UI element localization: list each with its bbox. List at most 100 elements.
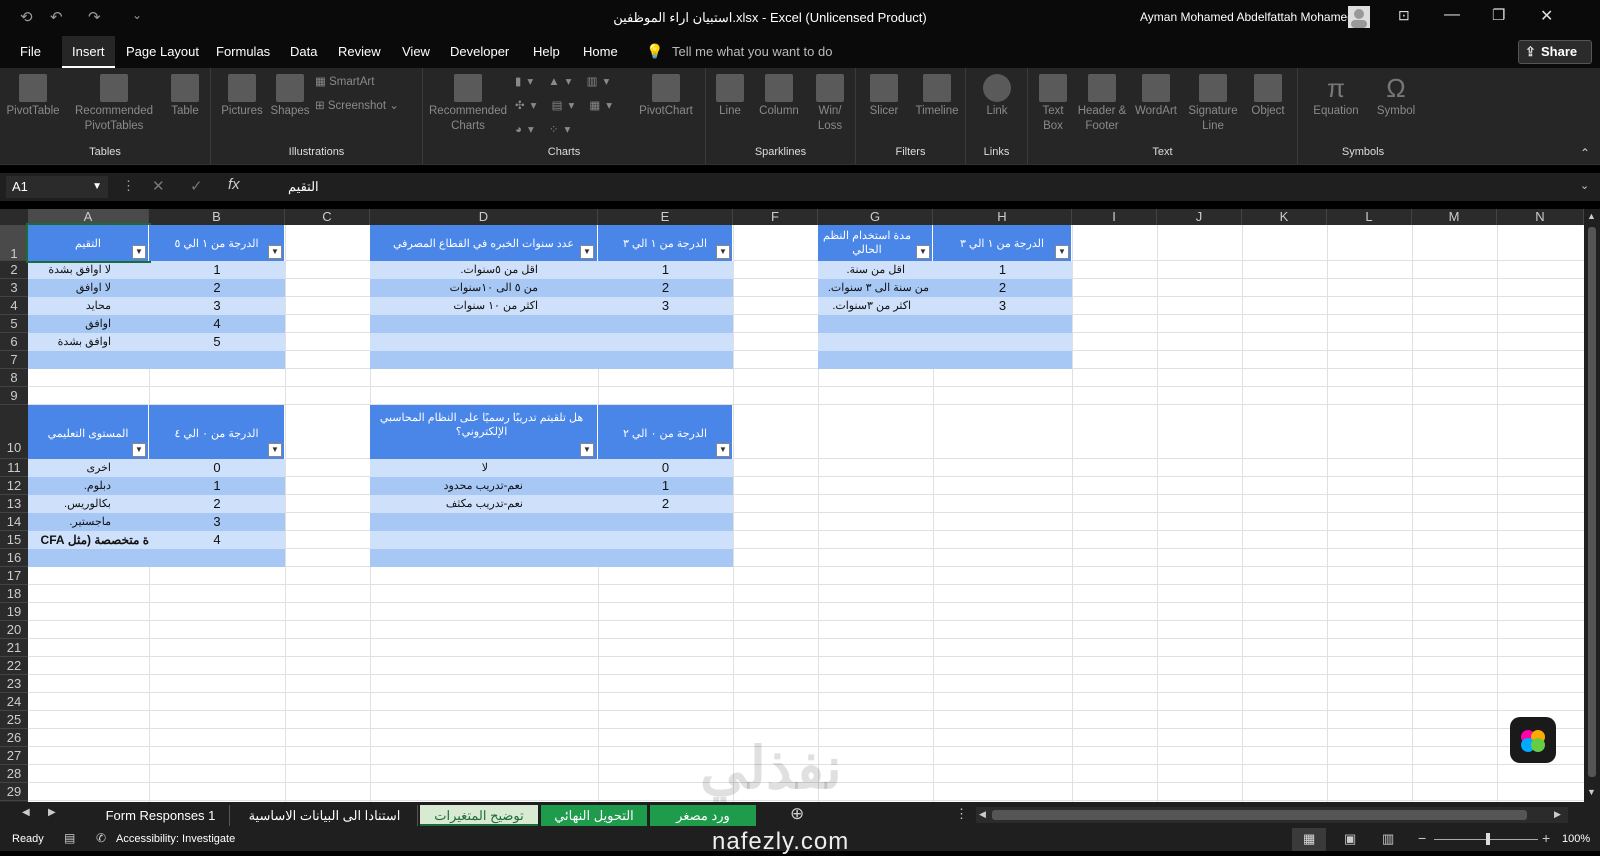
filter-dropdown-icon[interactable]: ▼ [716,245,730,259]
t5-value[interactable]: 2 [598,495,733,513]
t1-label[interactable]: محايد [28,297,149,315]
row-header[interactable]: 24 [0,693,28,711]
function-icon[interactable]: fx [228,176,240,193]
menu-view[interactable]: View [402,44,430,59]
tab-variables[interactable]: توضيح المتغيرات [420,805,538,826]
col-header-a[interactable]: A [28,209,149,225]
menu-page-layout[interactable]: Page Layout [126,44,199,59]
prev-sheet-icon[interactable]: ◀ [22,807,30,818]
macro-icon[interactable]: ▤ [64,831,75,845]
zoom-out-icon[interactable]: − [1418,830,1426,846]
col-header-g[interactable]: G [818,209,933,225]
row-header[interactable]: 27 [0,747,28,765]
menu-review[interactable]: Review [338,44,381,59]
col-header-b[interactable]: B [149,209,285,225]
t1-label[interactable]: اوافق بشدة [28,333,149,351]
smartart-button[interactable]: ▦ SmartArt [315,74,374,88]
avatar[interactable] [1348,6,1370,28]
t4-label[interactable]: ة متخصصة (مثل CFA [28,531,149,549]
t5-label[interactable]: نعم-تدريب محدود [370,477,598,495]
col-header-k[interactable]: K [1242,209,1327,225]
row-header[interactable]: 10 [0,405,28,459]
enter-icon[interactable]: ✓ [190,177,203,195]
row-header[interactable]: 9 [0,387,28,405]
minimize-icon[interactable]: — [1444,6,1460,24]
select-all-corner[interactable] [0,209,28,225]
pictures-button[interactable]: Pictures [219,68,265,119]
filter-dropdown-icon[interactable]: ▼ [132,245,146,259]
menu-help[interactable]: Help [533,44,560,59]
object-button[interactable]: Object [1244,68,1292,119]
chart-type-icons-2[interactable]: ✣▾ ▤▾ ▦▾ [515,98,618,112]
accessibility-status[interactable]: Accessibility: Investigate [116,833,235,845]
more-sheets-icon[interactable]: ⋮ [955,806,968,822]
menu-developer[interactable]: Developer [450,44,509,59]
t1-label[interactable]: لا اوافق [28,279,149,297]
row-header[interactable]: 21 [0,639,28,657]
normal-view-button[interactable]: ▦ [1292,828,1326,851]
copilot-button[interactable] [1510,717,1556,763]
filter-dropdown-icon[interactable]: ▼ [580,443,594,457]
col-header-i[interactable]: I [1072,209,1157,225]
row-header[interactable]: 12 [0,477,28,495]
col-header-e[interactable]: E [598,209,733,225]
symbol-button[interactable]: Ω Symbol [1370,68,1422,119]
screenshot-button[interactable]: ⊞ Screenshot ⌄ [315,98,399,112]
table4-header-2[interactable]: الدرجة من ٠ الي ٤ ▼ [149,405,285,459]
t2-value[interactable]: 1 [598,261,733,279]
hscroll-thumb[interactable] [992,810,1527,820]
tell-me-input[interactable]: Tell me what you want to do [672,44,832,59]
sparkline-winloss-button[interactable]: Win/ Loss [810,68,850,134]
t1-value[interactable]: 2 [149,279,285,297]
filter-dropdown-icon[interactable]: ▼ [268,443,282,457]
col-header-c[interactable]: C [285,209,370,225]
scroll-left-icon[interactable]: ◀ [979,809,986,820]
t1-value[interactable]: 5 [149,333,285,351]
user-name[interactable]: Ayman Mohamed Abdelfattah Mohamed [1140,10,1354,24]
col-header-f[interactable]: F [733,209,818,225]
pivotchart-button[interactable]: PivotChart [633,68,699,119]
filter-dropdown-icon[interactable]: ▼ [916,245,930,259]
filter-dropdown-icon[interactable]: ▼ [716,443,730,457]
row-header[interactable]: 20 [0,621,28,639]
cancel-icon[interactable]: ✕ [152,177,165,195]
menu-file[interactable]: File [20,44,41,59]
row-header[interactable]: 25 [0,711,28,729]
recommended-pivot-button[interactable]: Recommended PivotTables [66,68,162,134]
t4-label[interactable]: دبلوم. [28,477,149,495]
t1-label[interactable]: اوافق [28,315,149,333]
t3-label[interactable]: اقل من سنة. [818,261,933,279]
menu-home[interactable]: Home [583,44,618,59]
pivottable-button[interactable]: PivotTable [6,68,60,119]
collapse-ribbon-icon[interactable]: ⌃ [1580,146,1590,160]
chart-type-icons-3[interactable]: ◕▾ ⁘▾ [515,122,576,136]
t4-value[interactable]: 3 [149,513,285,531]
filter-dropdown-icon[interactable]: ▼ [268,245,282,259]
tab-final-conversion[interactable]: التحويل النهائي [541,805,647,826]
name-box[interactable]: A1 ▼ [6,176,108,198]
expand-formula-icon[interactable]: ⌄ [1580,179,1589,192]
row-header[interactable]: 23 [0,675,28,693]
row-header[interactable]: 3 [0,279,28,297]
tab-mini-source[interactable]: ورد مصغر [650,805,756,826]
col-header-h[interactable]: H [933,209,1072,225]
recommended-charts-button[interactable]: Recommended Charts [427,68,509,134]
col-header-n[interactable]: N [1497,209,1584,225]
customize-toolbar-icon[interactable]: ⌄ [132,8,142,22]
t4-value[interactable]: 4 [149,531,285,549]
t2-label[interactable]: اقل من ٥سنوات. [370,261,598,279]
scroll-down-icon[interactable]: ▼ [1587,787,1596,797]
table1-header-2[interactable]: الدرجة من ١ الي ٥ ▼ [149,225,285,261]
row-header[interactable]: 1 [0,225,28,261]
zoom-in-icon[interactable]: + [1542,830,1550,846]
row-header[interactable]: 4 [0,297,28,315]
t2-value[interactable]: 3 [598,297,733,315]
zoom-slider-thumb[interactable] [1486,833,1490,845]
scrollbar-thumb[interactable] [1588,227,1596,777]
t1-value[interactable]: 1 [149,261,285,279]
t4-label[interactable]: اخرى [28,459,149,477]
filter-dropdown-icon[interactable]: ▼ [132,443,146,457]
t5-label[interactable]: لا [370,459,598,477]
menu-formulas[interactable]: Formulas [216,44,270,59]
t2-label[interactable]: من ٥ الى ١٠سنوات [370,279,598,297]
